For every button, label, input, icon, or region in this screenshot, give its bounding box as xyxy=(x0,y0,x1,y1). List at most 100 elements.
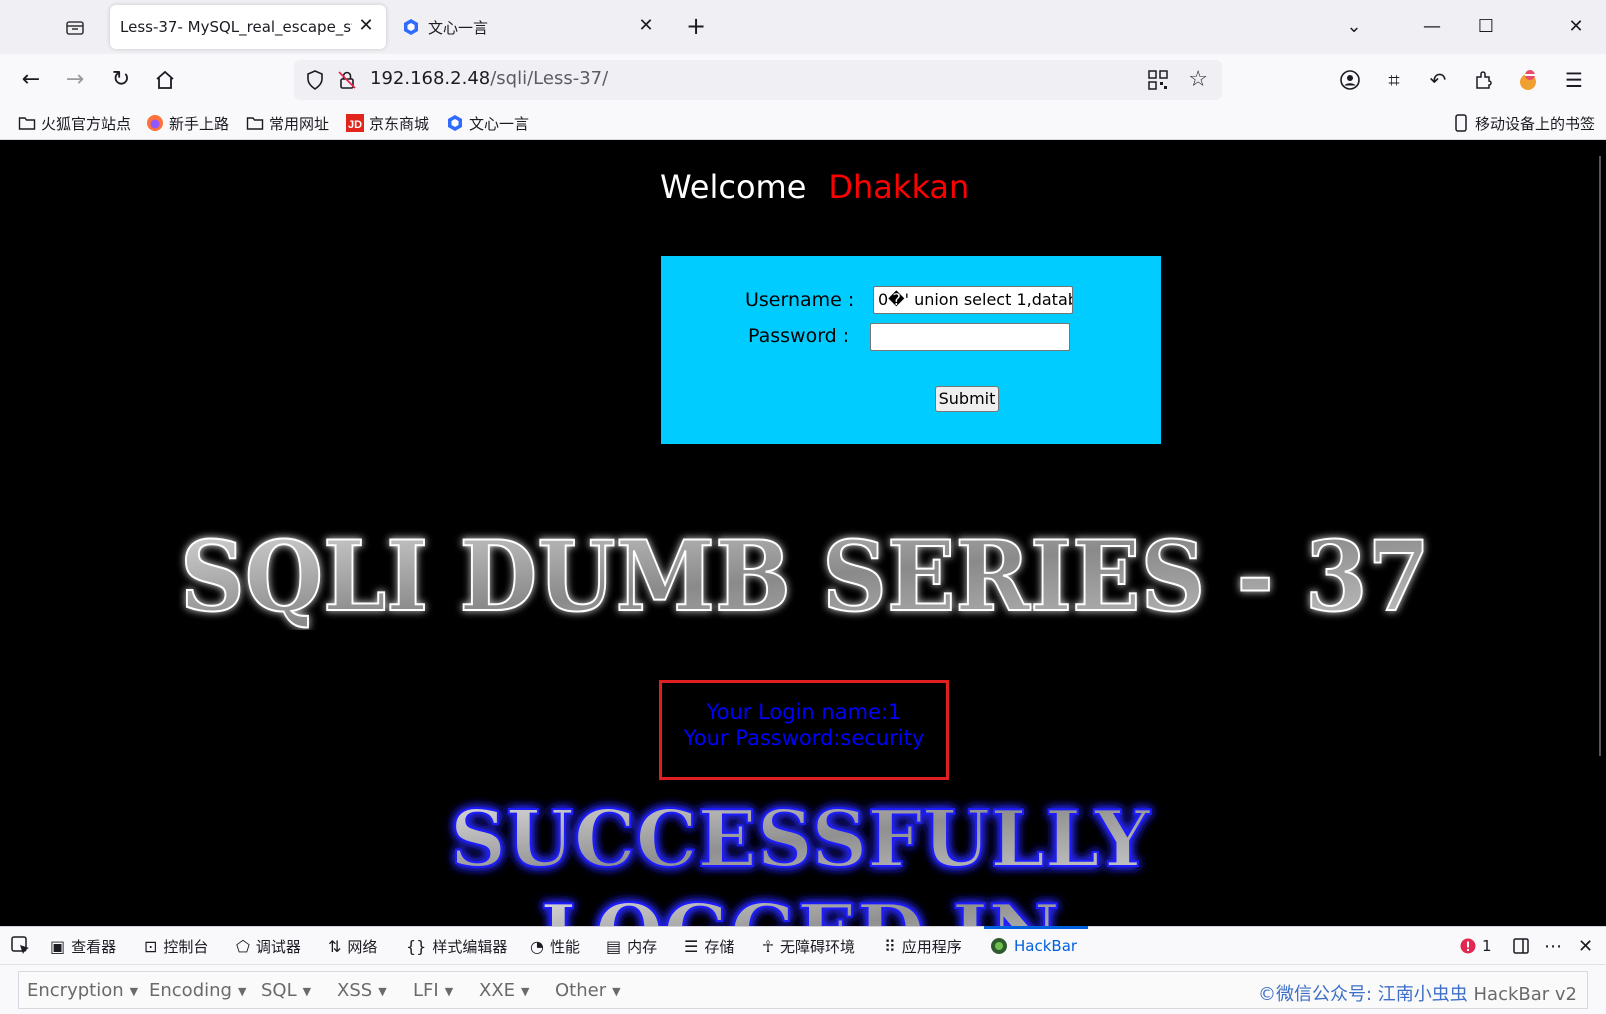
window-close-icon[interactable]: ✕ xyxy=(1556,10,1596,44)
devtools-close-icon[interactable]: ✕ xyxy=(1578,935,1593,957)
tab-application[interactable]: ⠿ 应用程序 xyxy=(884,935,962,957)
caret-down-icon: ▼ xyxy=(612,984,621,998)
error-counter[interactable]: 1 xyxy=(1460,935,1492,957)
bookmark-label: 新手上路 xyxy=(169,114,230,133)
username-input[interactable]: 0�' union select 1,databas xyxy=(873,286,1073,314)
browser-window: Less-37- MySQL_real_escape_string ✕ 文心一言… xyxy=(0,0,1606,1014)
tab-console[interactable]: ⊡ 控制台 xyxy=(144,935,208,957)
console-icon: ⊡ xyxy=(144,936,158,956)
url-text[interactable]: 192.168.2.48/sqli/Less-37/ xyxy=(370,68,608,89)
success-line-1: SUCCESSFULLY xyxy=(450,794,1151,885)
close-tab-icon[interactable]: ✕ xyxy=(636,16,656,36)
jd-icon: JD xyxy=(346,114,364,132)
tab-inspector[interactable]: ▣ 查看器 xyxy=(50,935,116,957)
new-tab-icon[interactable]: + xyxy=(682,12,710,40)
menu-icon[interactable]: ☰ xyxy=(1558,64,1590,96)
tab-list-icon[interactable] xyxy=(58,14,92,42)
dock-side-icon[interactable] xyxy=(1512,935,1530,957)
devtools-options-icon[interactable]: ⋯ xyxy=(1544,935,1562,957)
series-banner-text: SQLI DUMB SERIES - 37 xyxy=(180,520,1430,630)
hackbar-panel: Encryption ▼ Encoding ▼ SQL ▼ XSS ▼ LFI ▼ XXE… xyxy=(0,964,1606,1014)
caret-down-icon: ▼ xyxy=(237,984,247,998)
url-host: 192.168.2.48 xyxy=(370,68,491,89)
bookmark-item[interactable]: 常用网址 xyxy=(246,112,329,134)
menu-xss[interactable]: XSS ▼ xyxy=(337,980,387,1001)
element-picker-icon[interactable] xyxy=(10,935,32,957)
tab-strip: Less-37- MySQL_real_escape_string ✕ 文心一言… xyxy=(0,0,1606,54)
bookmarks-toolbar: 火狐官方站点 新手上路 常用网址 JD 京东商城 文心一言 移动设备上的书签 xyxy=(0,106,1606,140)
tab-label: 控制台 xyxy=(163,937,209,956)
password-input[interactable] xyxy=(870,323,1070,351)
tab-label: 存储 xyxy=(704,937,735,956)
shield-icon[interactable] xyxy=(304,69,326,91)
menu-sql[interactable]: SQL ▼ xyxy=(261,980,311,1001)
credit-text: ©微信公众号: 江南小虫虫 xyxy=(1257,984,1468,1005)
mobile-bookmarks[interactable]: 移动设备上的书签 xyxy=(1452,112,1595,134)
tab-less-37[interactable]: Less-37- MySQL_real_escape_string ✕ xyxy=(110,5,386,49)
tab-style-editor[interactable]: {} 样式编辑器 xyxy=(406,935,507,957)
close-tab-icon[interactable]: ✕ xyxy=(356,16,376,36)
insecure-lock-icon[interactable] xyxy=(336,69,358,91)
bookmark-item[interactable]: 新手上路 xyxy=(146,112,229,134)
hackbar-version: HackBar v2 xyxy=(1473,984,1578,1005)
bookmark-item[interactable]: 火狐官方站点 xyxy=(18,112,131,134)
tab-debugger[interactable]: ⬠ 调试器 xyxy=(236,935,301,957)
caret-down-icon: ▼ xyxy=(521,984,530,998)
url-bar[interactable]: 192.168.2.48/sqli/Less-37/ ☆ xyxy=(294,60,1222,100)
scrollbar-thumb[interactable] xyxy=(1599,156,1601,756)
home-icon[interactable] xyxy=(148,63,182,97)
url-path: /sqli/Less-37/ xyxy=(490,68,609,89)
avatar-extension-icon[interactable] xyxy=(1512,64,1544,96)
devtools-toolbar: ▣ 查看器 ⊡ 控制台 ⬠ 调试器 ⇅ 网络 {} 样式编辑器 ◔ 性能 ▤ 内存 ☰ 存储 ☥… xyxy=(0,926,1606,964)
menu-encoding[interactable]: Encoding ▼ xyxy=(149,980,246,1001)
wenxin-favicon-icon xyxy=(448,115,462,131)
tab-label: 无障碍环境 xyxy=(779,937,855,956)
bookmark-star-icon[interactable]: ☆ xyxy=(1188,66,1208,94)
storage-icon: ☰ xyxy=(684,936,699,956)
menu-lfi[interactable]: LFI ▼ xyxy=(413,980,453,1001)
minimize-icon[interactable]: — xyxy=(1412,10,1452,44)
hackbar-icon xyxy=(991,938,1007,954)
menu-other[interactable]: Other ▼ xyxy=(555,980,621,1001)
bookmark-item[interactable]: JD 京东商城 xyxy=(346,112,429,134)
performance-icon: ◔ xyxy=(530,936,544,956)
menu-label: Encoding xyxy=(149,980,232,1001)
caret-down-icon: ▼ xyxy=(378,984,387,998)
tab-label: 调试器 xyxy=(255,937,301,956)
submit-button[interactable]: Submit xyxy=(935,386,999,412)
firefox-icon xyxy=(147,115,163,131)
page-scrollbar[interactable] xyxy=(1594,140,1606,926)
navigation-bar: ← → ↻ 192.168.2.48/sqli/Less-37/ ☆ ⌗ ↶ ☰ xyxy=(0,54,1606,106)
back-icon[interactable]: ← xyxy=(14,63,48,97)
tab-accessibility[interactable]: ☥ 无障碍环境 xyxy=(762,935,855,957)
forward-icon[interactable]: → xyxy=(58,63,92,97)
reload-icon[interactable]: ↻ xyxy=(104,63,138,97)
extensions-icon[interactable] xyxy=(1468,64,1500,96)
maximize-icon[interactable]: ☐ xyxy=(1466,10,1506,44)
menu-label: XSS xyxy=(337,980,373,1001)
screenshot-icon[interactable]: ⌗ xyxy=(1378,64,1410,96)
bookmark-label: 火狐官方站点 xyxy=(41,114,132,133)
menu-label: LFI xyxy=(413,980,439,1001)
tab-label: 网络 xyxy=(347,937,378,956)
undo-icon[interactable]: ↶ xyxy=(1422,64,1454,96)
tab-hackbar[interactable]: HackBar xyxy=(990,935,1077,957)
tab-wenxin[interactable]: 文心一言 ✕ xyxy=(390,5,666,49)
menu-xxe[interactable]: XXE ▼ xyxy=(479,980,530,1001)
mobile-device-icon xyxy=(1455,114,1467,132)
list-all-tabs-icon[interactable]: ⌄ xyxy=(1334,10,1374,44)
series-banner: SQLI DUMB SERIES - 37 xyxy=(179,520,1431,630)
account-icon[interactable] xyxy=(1334,64,1366,96)
hackbar-credit: ©微信公众号: 江南小虫虫 HackBar v2 xyxy=(1258,980,1577,1006)
qr-code-icon[interactable] xyxy=(1148,70,1168,90)
bookmark-item[interactable]: 文心一言 xyxy=(446,112,529,134)
tab-label: 性能 xyxy=(549,937,580,956)
menu-encryption[interactable]: Encryption ▼ xyxy=(27,980,138,1001)
tab-storage[interactable]: ☰ 存储 xyxy=(684,935,734,957)
application-icon: ⠿ xyxy=(884,936,896,956)
tab-performance[interactable]: ◔ 性能 xyxy=(530,935,580,957)
tab-network[interactable]: ⇅ 网络 xyxy=(328,935,377,957)
tab-memory[interactable]: ▤ 内存 xyxy=(606,935,657,957)
welcome-name: Dhakkan xyxy=(828,168,970,206)
password-label: Password : xyxy=(748,325,850,347)
